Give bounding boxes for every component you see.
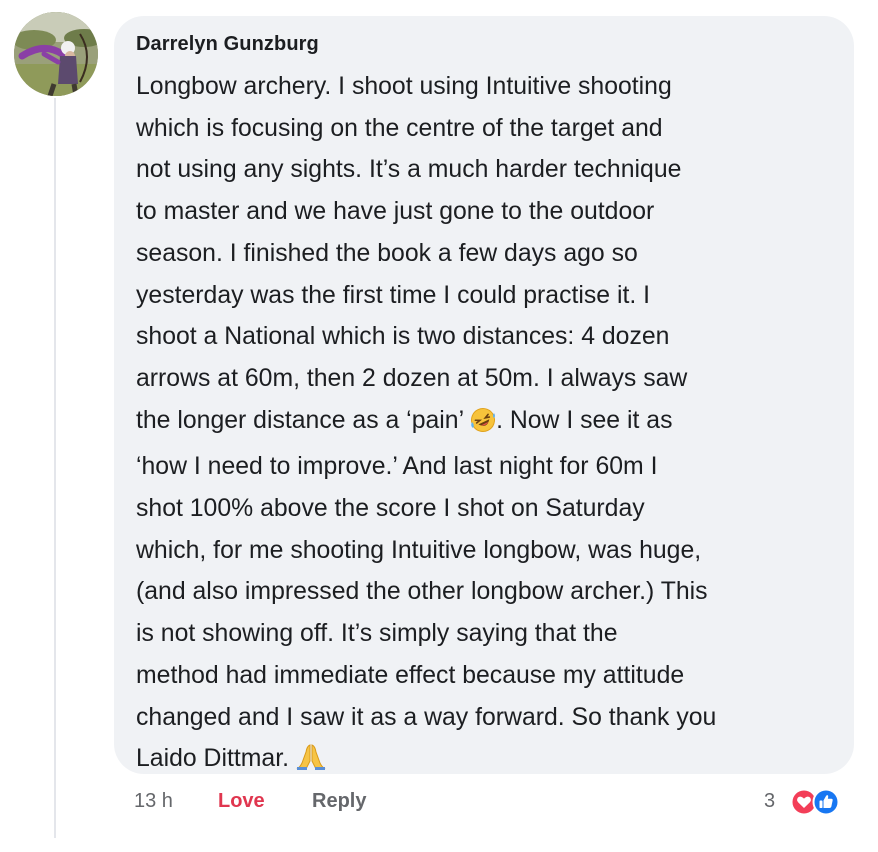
avatar[interactable] [14,12,98,96]
comment-line-segment: the longer distance as a ‘pain’ [136,406,464,434]
love-reaction-button[interactable]: Love [218,790,265,813]
comment-line: arrows at 60m, then 2 dozen at 50m. I al… [136,364,688,392]
comment-line: shot 100% above the score I shot on Satu… [136,495,645,523]
comment-line: to master and we have just gone to the o… [136,198,655,226]
comment-line: changed and I saw it as a way forward. S… [136,703,717,731]
comment-author-name[interactable]: Darrelyn Gunzburg [136,33,319,56]
reaction-count: 3 [764,790,776,812]
comment-line: Laido Dittmar. [136,738,846,785]
comment-line: ‘how I need to improve.’ And last night … [136,453,658,481]
comment-text: Longbow archery. I shoot using Intuitive… [136,66,846,785]
avatar-photo [14,12,98,96]
comment-line: season. I finished the book a few days a… [136,239,638,267]
comment-line: method had immediate effect because my a… [136,661,685,689]
comment-line: Longbow archery. I shoot using Intuitive… [136,73,672,100]
comment-line: the longer distance as a ‘pain’ . Now I … [136,400,846,447]
comment-line: yesterday was the first time I could pra… [136,281,651,309]
rolling-on-floor-laughing-icon [470,405,496,447]
comment-line: is not showing off. It’s simply saying t… [136,620,618,648]
comment-line: which, for me shooting Intuitive longbow… [136,536,702,564]
thread-connector-line [54,98,56,838]
comment-line-segment: Laido Dittmar. [136,745,289,773]
comment-line: shoot a National which is two distances:… [136,323,670,351]
like-icon [812,788,840,821]
comment-line: which is focusing on the centre of the t… [136,114,663,142]
comment-line-segment: . Now I see it as [496,406,673,434]
folded-hands-icon [296,743,326,785]
comment-line: (and also impressed the other longbow ar… [136,578,708,606]
comment-line: not using any sights. It’s a much harder… [136,156,682,184]
reply-button[interactable]: Reply [312,790,366,813]
comment-timestamp[interactable]: 13 h [134,790,173,813]
comment-bubble: Darrelyn Gunzburg Longbow archery. I sho… [114,16,854,774]
